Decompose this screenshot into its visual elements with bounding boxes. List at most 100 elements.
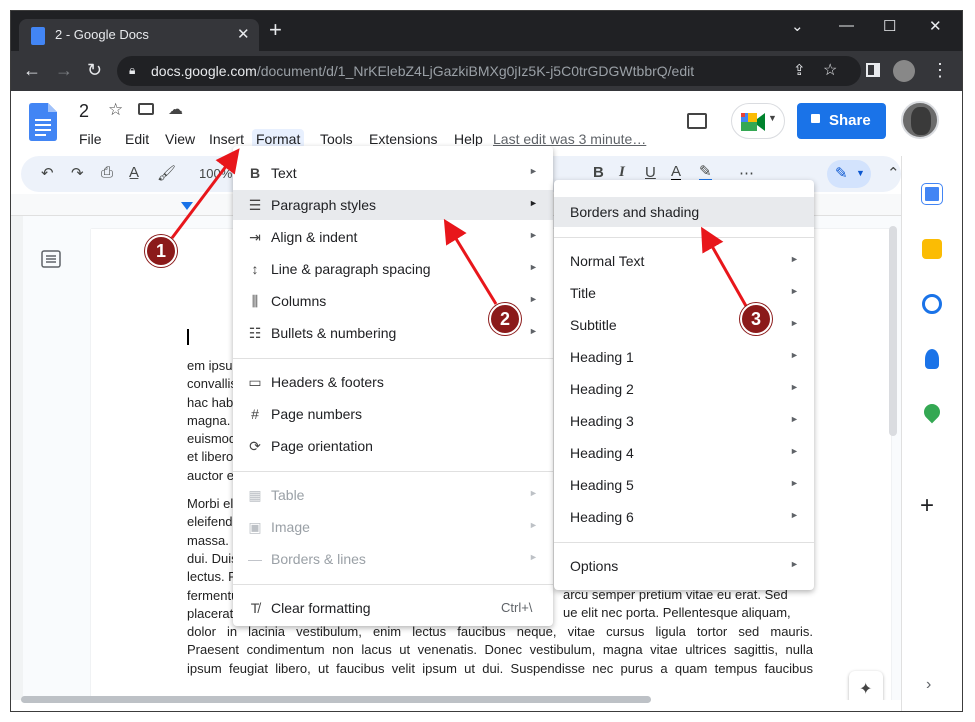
tab-search-icon[interactable]: ⌄ <box>791 17 804 35</box>
menu-item-label: Image <box>271 519 310 535</box>
italic-icon[interactable]: I <box>619 164 625 181</box>
comments-icon[interactable] <box>687 113 707 129</box>
side-panel-icon[interactable] <box>866 63 880 77</box>
submenu-options[interactable]: Options ► <box>554 551 814 581</box>
paint-format-icon[interactable]: 🖌︎ <box>157 164 176 182</box>
reload-icon[interactable]: ↻ <box>87 60 102 81</box>
submenu-arrow-icon: ► <box>529 520 538 530</box>
menu-item-label: Align & indent <box>271 229 358 245</box>
tab-title: 2 - Google Docs <box>55 27 149 42</box>
maximize-icon[interactable]: ☐ <box>883 17 896 35</box>
menu-item-label: Heading 3 <box>570 413 634 429</box>
format-menu-page-orientation[interactable]: ⟳ Page orientation <box>233 431 553 461</box>
redo-icon[interactable]: ↷ <box>71 164 84 182</box>
format-menu-text[interactable]: B Text ► <box>233 158 553 188</box>
submenu-arrow-icon: ► <box>529 552 538 562</box>
forward-icon[interactable]: → <box>55 60 73 81</box>
meet-button[interactable]: ▼ <box>731 103 785 139</box>
bookmark-star-icon[interactable]: ☆ <box>823 60 837 80</box>
menu-item-label: Heading 2 <box>570 381 634 397</box>
browser-menu-icon[interactable]: ⋮ <box>931 60 949 81</box>
format-menu-page-numbers[interactable]: # Page numbers <box>233 399 553 429</box>
submenu-title[interactable]: Title ► <box>554 278 814 308</box>
submenu-subtitle[interactable]: Subtitle ► <box>554 310 814 340</box>
submenu-heading-2[interactable]: Heading 2 ► <box>554 374 814 404</box>
submenu-normal-text[interactable]: Normal Text ► <box>554 246 814 276</box>
pencil-icon: ✎ <box>835 165 848 182</box>
format-menu-clear-formatting[interactable]: T̸ Clear formatting Ctrl+\ <box>233 593 553 623</box>
menu-item-label: Heading 1 <box>570 349 634 365</box>
add-addon-icon[interactable]: + <box>920 492 934 520</box>
format-menu-image: ▣ Image ► <box>233 512 553 542</box>
cloud-status-icon[interactable]: ☁︎ <box>168 100 183 118</box>
submenu-heading-4[interactable]: Heading 4 ► <box>554 438 814 468</box>
menu-item-label: Columns <box>271 293 327 309</box>
doc-title[interactable]: 2 <box>79 101 89 122</box>
submenu-heading-6[interactable]: Heading 6 ► <box>554 502 814 532</box>
star-icon[interactable]: ☆ <box>108 100 123 120</box>
close-window-icon[interactable]: ✕ <box>929 17 942 35</box>
submenu-arrow-icon: ► <box>529 198 538 208</box>
borders-lines-icon: — <box>248 551 262 567</box>
format-menu-headers-footers[interactable]: ▭ Headers & footers <box>233 367 553 397</box>
format-menu-paragraph-styles[interactable]: ☰ Paragraph styles ► <box>233 190 553 220</box>
paragraph-styles-icon: ☰ <box>248 197 262 213</box>
profile-avatar-icon[interactable] <box>893 60 915 82</box>
horizontal-scrollbar[interactable] <box>21 696 651 703</box>
menu-file[interactable]: File <box>75 129 106 149</box>
menu-item-label: Subtitle <box>570 317 617 333</box>
avatar-photo <box>911 107 931 135</box>
underline-icon[interactable]: U <box>645 164 656 181</box>
side-panel: + › <box>901 156 962 711</box>
avatar[interactable] <box>901 101 939 139</box>
submenu-borders-shading[interactable]: Borders and shading <box>554 197 814 227</box>
bold-icon[interactable]: B <box>593 164 604 181</box>
menu-view[interactable]: View <box>161 129 199 149</box>
close-tab-icon[interactable]: ✕ <box>237 25 250 43</box>
menu-divider <box>233 471 553 472</box>
format-menu: B Text ► ☰ Paragraph styles ► ⇥ Align & … <box>233 146 553 626</box>
spellcheck-icon[interactable]: A̲ <box>129 164 139 181</box>
move-folder-icon[interactable] <box>138 103 154 115</box>
submenu-heading-1[interactable]: Heading 1 ► <box>554 342 814 372</box>
text-line: Praesent condimentum non lacus ut venena… <box>187 642 813 658</box>
text-line: ipsum feugiat libero, ut faucibus velit … <box>187 660 813 676</box>
outline-icon[interactable] <box>41 250 61 268</box>
tasks-icon[interactable] <box>922 294 942 314</box>
menu-item-label: Line & paragraph spacing <box>271 261 431 277</box>
last-edit-link[interactable]: Last edit was 3 minute… <box>493 131 646 147</box>
undo-icon[interactable]: ↶ <box>41 164 54 182</box>
format-menu-line-spacing[interactable]: ↕ Line & paragraph spacing ► <box>233 254 553 284</box>
chevron-down-icon: ▼ <box>768 113 777 123</box>
calendar-icon[interactable] <box>922 184 942 204</box>
indent-marker-icon[interactable] <box>181 202 193 210</box>
omnibox[interactable]: 🔒︎ docs.google.com/document/d/1_NrKElebZ… <box>117 56 861 86</box>
step-badge-2: 2 <box>489 303 521 335</box>
minimize-icon[interactable]: — <box>839 17 854 34</box>
submenu-arrow-icon: ► <box>790 350 799 360</box>
contacts-icon[interactable] <box>925 349 939 369</box>
menu-item-label: Normal Text <box>570 253 645 269</box>
share-page-icon[interactable]: ⇪ <box>793 61 806 79</box>
menu-item-label: Heading 6 <box>570 509 634 525</box>
maps-icon[interactable] <box>920 400 944 424</box>
menu-item-label: Borders & lines <box>271 551 366 567</box>
menu-item-label: Heading 5 <box>570 477 634 493</box>
vertical-scrollbar[interactable] <box>889 226 897 436</box>
share-button[interactable]: Share <box>797 103 886 139</box>
collapse-menus-icon[interactable]: ⌃ <box>887 164 900 182</box>
print-icon[interactable]: ⎙ <box>101 164 113 181</box>
menu-edit[interactable]: Edit <box>121 129 153 149</box>
docs-favicon-icon <box>31 27 45 45</box>
new-tab-icon[interactable]: + <box>269 19 282 41</box>
menu-divider <box>554 237 814 238</box>
back-icon[interactable]: ← <box>23 60 41 81</box>
step-badge-1: 1 <box>145 235 177 267</box>
format-menu-align-indent[interactable]: ⇥ Align & indent ► <box>233 222 553 252</box>
submenu-heading-3[interactable]: Heading 3 ► <box>554 406 814 436</box>
expand-panel-icon[interactable]: › <box>926 676 931 694</box>
submenu-heading-5[interactable]: Heading 5 ► <box>554 470 814 500</box>
zoom-select[interactable]: 100% <box>199 166 232 181</box>
keep-icon[interactable] <box>922 239 942 259</box>
browser-tab[interactable]: 2 - Google Docs ✕ <box>19 19 259 51</box>
